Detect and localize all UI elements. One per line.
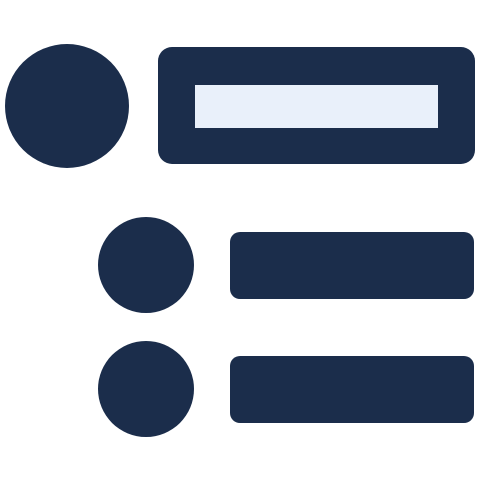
bullet-dot-child bbox=[98, 341, 194, 437]
icon-canvas bbox=[0, 0, 480, 480]
list-bar-child bbox=[230, 232, 474, 299]
bullet-dot-child bbox=[98, 217, 194, 313]
hierarchical-list-icon bbox=[5, 44, 475, 437]
list-row-child bbox=[98, 341, 474, 437]
list-row-parent bbox=[5, 44, 475, 168]
list-bar-parent-highlight bbox=[195, 85, 438, 128]
list-bar-child bbox=[230, 356, 474, 423]
list-row-child bbox=[98, 217, 474, 313]
bullet-dot-parent bbox=[5, 44, 129, 168]
